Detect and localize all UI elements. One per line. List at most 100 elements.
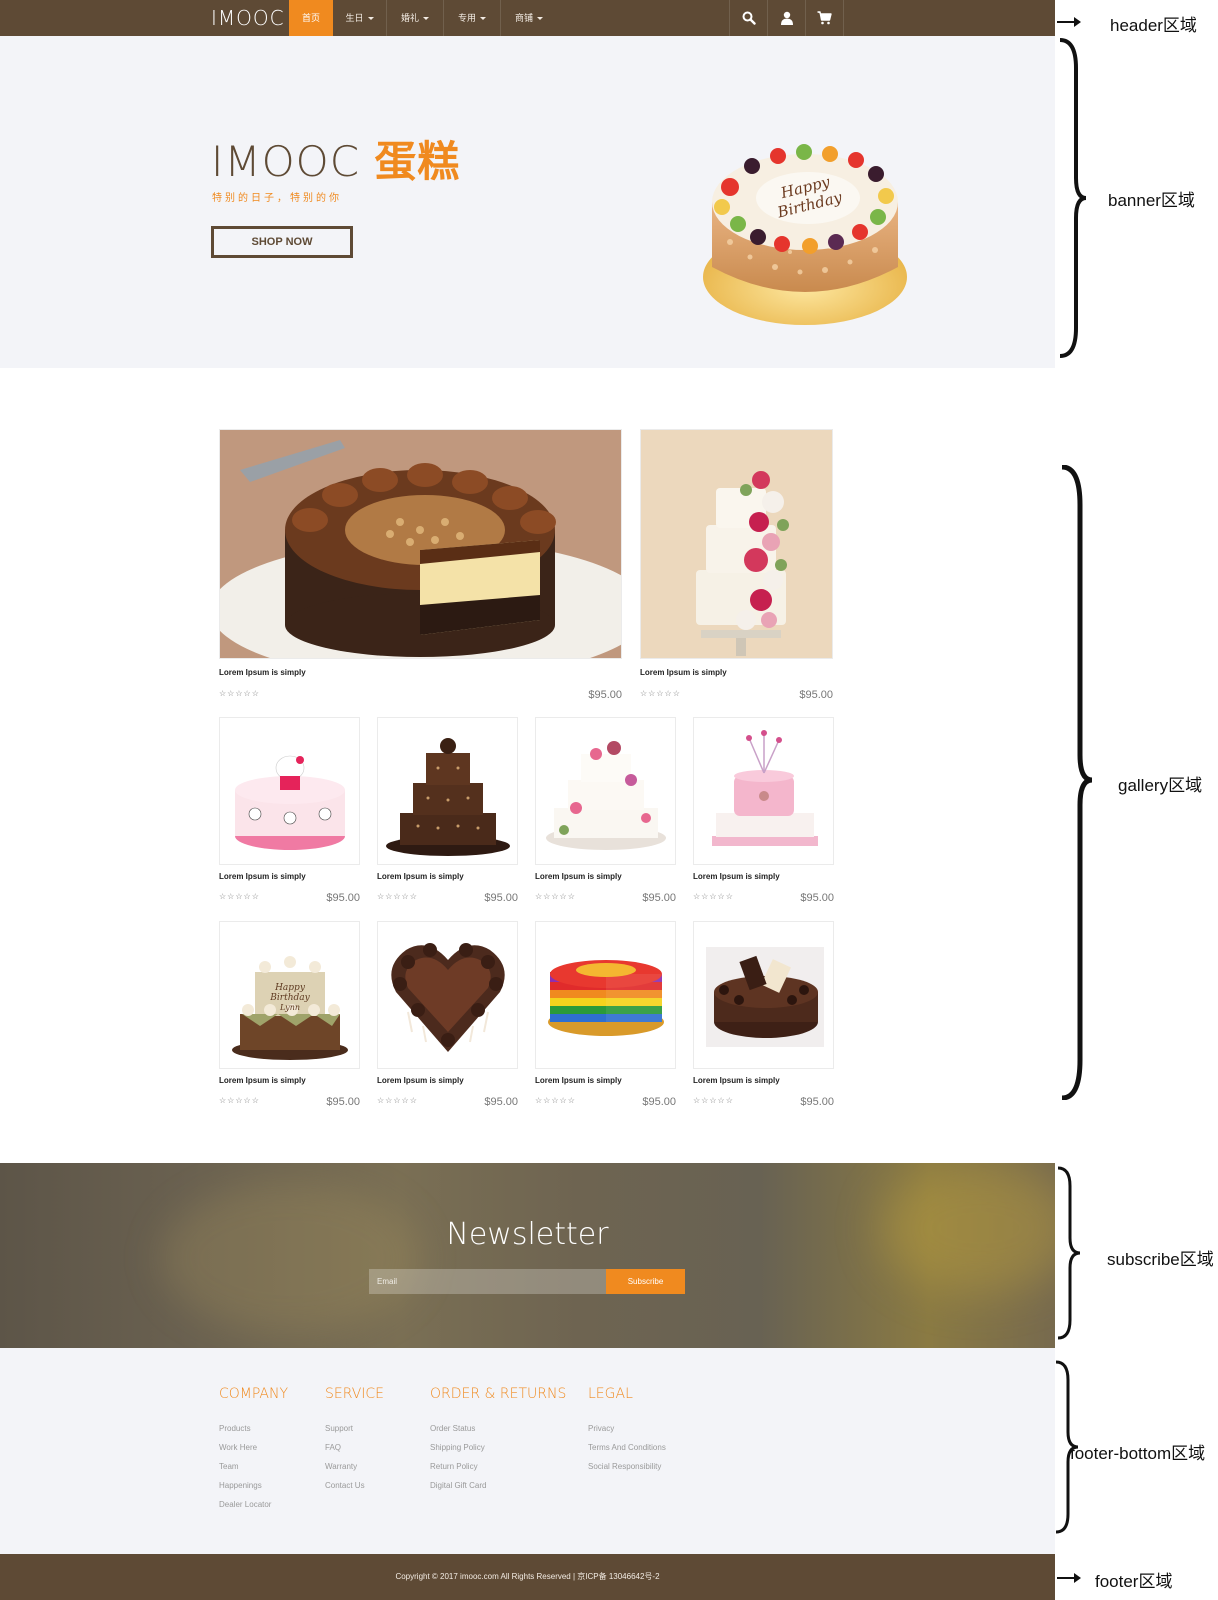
caret-down-icon (537, 17, 543, 21)
chocolate-nut-cake-image (220, 430, 621, 658)
product-image[interactable] (219, 717, 360, 865)
product-image[interactable] (535, 921, 676, 1069)
annotation-gallery: gallery区域 (1118, 776, 1203, 795)
arrow-right-icon (1057, 1573, 1081, 1583)
footer-link[interactable]: Contact Us (325, 1481, 365, 1490)
product-title[interactable]: Lorem Ipsum is simply (219, 668, 306, 677)
product-image[interactable]: Happy Birthday Lynn (219, 921, 360, 1069)
annotation-footer-bottom: footer-bottom区域 (1070, 1444, 1206, 1463)
product-price: $95.00 (799, 689, 833, 701)
chocolate-tier-cake-image (386, 738, 510, 856)
svg-text:Lynn: Lynn (279, 1003, 300, 1012)
product-price: $95.00 (484, 892, 518, 904)
search-button[interactable] (730, 0, 767, 36)
caret-down-icon (367, 17, 374, 21)
product-price: $95.00 (800, 1096, 834, 1108)
brace-icon (1059, 38, 1087, 358)
product-price: $95.00 (326, 1096, 360, 1108)
product-title[interactable]: Lorem Ipsum is simply (535, 1076, 622, 1085)
product-title[interactable]: Lorem Ipsum is simply (640, 668, 727, 677)
footer-link[interactable]: Warranty (325, 1462, 357, 1471)
nav-item-home[interactable]: 首页 (289, 0, 333, 36)
footer-link[interactable]: Return Policy (430, 1462, 478, 1471)
background-blur (160, 1183, 420, 1333)
birthday-cake-image: Happy Birthday (703, 144, 907, 325)
hello-kitty-cake-image (235, 755, 345, 850)
nav-item-label: 专用 (457, 13, 476, 23)
rating-stars: ☆☆☆☆☆ (535, 1096, 576, 1105)
footer-link[interactable]: Social Responsibility (588, 1462, 661, 1471)
footer-link[interactable]: FAQ (325, 1443, 341, 1452)
footer-column-heading: COMPANY (219, 1386, 289, 1402)
brace-icon (1057, 1166, 1081, 1340)
rating-stars: ☆☆☆☆☆ (377, 1096, 418, 1105)
svg-text:Happy: Happy (274, 983, 306, 993)
copyright-text: Copyright © 2017 imooc.com All Rights Re… (395, 1572, 660, 1581)
subscribe-button[interactable]: Subscribe (606, 1269, 685, 1294)
svg-text:Birthday: Birthday (269, 993, 310, 1003)
banner-title-main: IMOOC (211, 137, 375, 186)
footer-link[interactable]: Privacy (588, 1424, 614, 1433)
product-title[interactable]: Lorem Ipsum is simply (693, 1076, 780, 1085)
footer-link[interactable]: Support (325, 1424, 353, 1433)
product-title[interactable]: Lorem Ipsum is simply (693, 872, 780, 881)
chocolate-truffle-cake-image (706, 947, 824, 1047)
footer-link[interactable]: Shipping Policy (430, 1443, 485, 1452)
banner-title-accent: 蛋糕 (374, 137, 461, 186)
product-image[interactable] (377, 717, 518, 865)
footer-link[interactable]: Order Status (430, 1424, 475, 1433)
shop-now-button[interactable]: SHOP NOW (211, 226, 353, 258)
product-price: $95.00 (642, 892, 676, 904)
rating-stars: ☆☆☆☆☆ (535, 892, 576, 901)
rating-stars: ☆☆☆☆☆ (377, 892, 418, 901)
banner: IMOOC 蛋糕 特别的日子，特别的你 SHOP NOW Happy Birth… (0, 36, 1055, 368)
nav-item-special[interactable]: 专用 (444, 0, 500, 36)
footer: Copyright © 2017 imooc.com All Rights Re… (0, 1554, 1055, 1600)
product-price: $95.00 (642, 1096, 676, 1108)
footer-link[interactable]: Products (219, 1424, 251, 1433)
banner-subtitle: 特别的日子，特别的你 (212, 193, 342, 204)
nav-item-birthday[interactable]: 生日 (333, 0, 386, 36)
product-image-featured[interactable] (640, 429, 833, 659)
cart-icon (817, 11, 832, 25)
nav-item-shop[interactable]: 商铺 (501, 0, 557, 36)
email-input[interactable] (369, 1269, 606, 1294)
product-price: $95.00 (326, 892, 360, 904)
footer-link[interactable]: Terms And Conditions (588, 1443, 666, 1452)
footer-link[interactable]: Work Here (219, 1443, 257, 1452)
nav-item-label: 生日 (345, 13, 364, 23)
product-image[interactable] (535, 717, 676, 865)
annotation-subscribe: subscribe区域 (1107, 1250, 1214, 1269)
product-image-featured[interactable] (219, 429, 622, 659)
nav-item-label: 商铺 (514, 13, 533, 23)
annotation-header: header区域 (1110, 16, 1197, 35)
newsletter-title: Newsletter (446, 1217, 609, 1252)
footer-link[interactable]: Team (219, 1462, 239, 1471)
product-image[interactable] (693, 717, 834, 865)
product-title[interactable]: Lorem Ipsum is simply (219, 1076, 306, 1085)
footer-link[interactable]: Happenings (219, 1481, 262, 1490)
nav-item-label: 婚礼 (400, 13, 419, 23)
cart-button[interactable] (806, 0, 843, 36)
rating-stars: ☆☆☆☆☆ (640, 689, 681, 698)
product-image[interactable] (377, 921, 518, 1069)
rating-stars: ☆☆☆☆☆ (219, 1096, 260, 1105)
logo[interactable]: IMOOC (211, 6, 285, 30)
arrow-right-icon (1057, 17, 1081, 27)
product-title[interactable]: Lorem Ipsum is simply (377, 872, 464, 881)
product-title[interactable]: Lorem Ipsum is simply (219, 872, 306, 881)
pink-star-cake-image (712, 730, 818, 846)
footer-column-heading: ORDER & RETURNS (430, 1386, 567, 1402)
white-tier-flower-cake-image (546, 741, 666, 850)
nav-item-wedding[interactable]: 婚礼 (387, 0, 443, 36)
annotation-footer: footer区域 (1095, 1572, 1173, 1591)
footer-link[interactable]: Digital Gift Card (430, 1481, 486, 1490)
product-image[interactable] (693, 921, 834, 1069)
product-price: $95.00 (484, 1096, 518, 1108)
product-title[interactable]: Lorem Ipsum is simply (535, 872, 622, 881)
caret-down-icon (423, 17, 429, 21)
user-button[interactable] (768, 0, 805, 36)
footer-link[interactable]: Dealer Locator (219, 1500, 271, 1509)
product-price: $95.00 (588, 689, 622, 701)
product-title[interactable]: Lorem Ipsum is simply (377, 1076, 464, 1085)
